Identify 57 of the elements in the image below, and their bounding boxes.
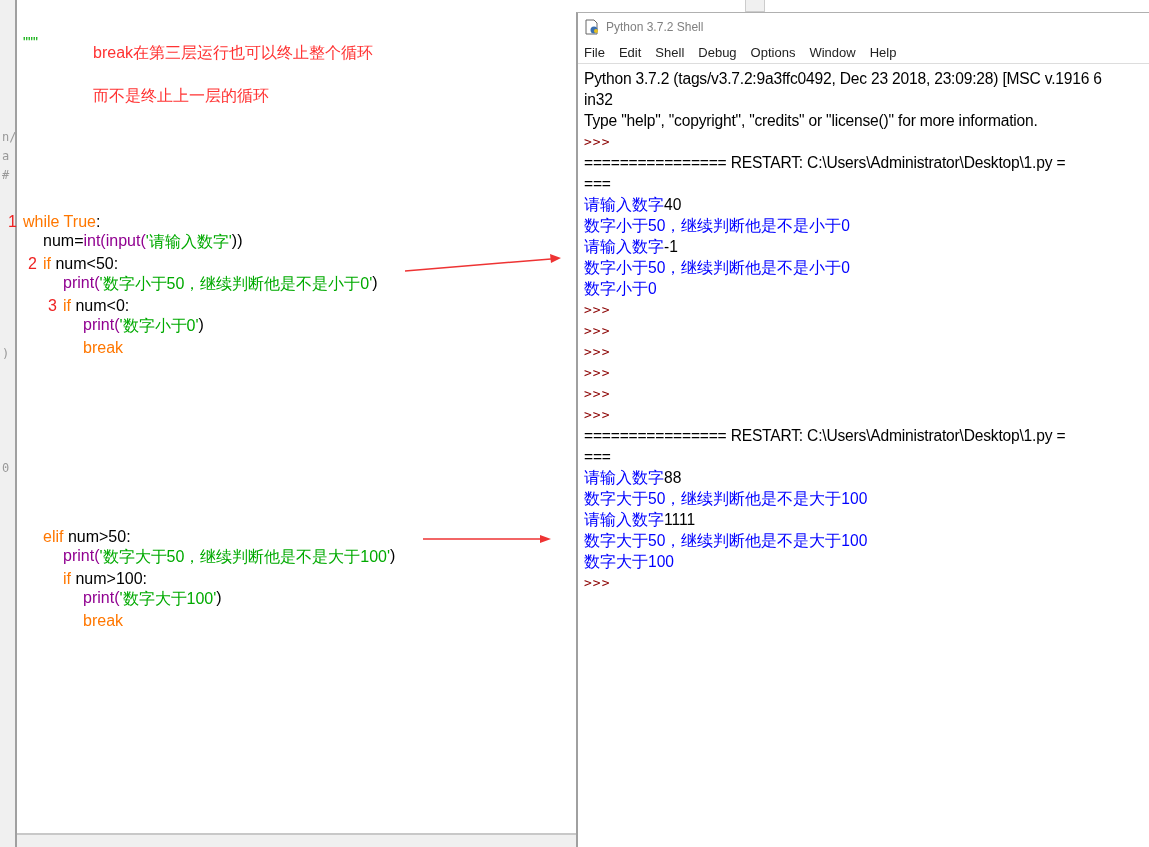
prompt: >>>	[584, 343, 611, 361]
code-line: print('数字小于0')	[82, 316, 205, 336]
text-fragment: n/	[2, 130, 15, 144]
shell-line: ===	[584, 447, 611, 467]
text-fragment: #	[2, 168, 11, 182]
annotation-text: 而不是终止上一层的循环	[93, 86, 269, 106]
output-line: 数字小于50，继续判断他是不是小于0	[584, 258, 851, 278]
pin-tab[interactable]	[745, 0, 765, 12]
prompt: >>>	[584, 406, 611, 424]
annotation-text: break在第三层运行也可以终止整个循环	[93, 43, 374, 63]
output-line: 数字大于50，继续判断他是不是大于100	[584, 489, 868, 509]
input-line: 请输入数字88	[584, 468, 683, 488]
menu-item[interactable]: Options	[750, 44, 796, 60]
input-line: 请输入数字1111	[584, 510, 697, 530]
input-line: 请输入数字-1	[584, 237, 679, 257]
prompt: >>>	[584, 133, 611, 151]
step-number: 1	[8, 212, 18, 231]
code-line: print('数字大于50，继续判断他是不是大于100')	[62, 547, 397, 567]
code-line: print('数字小于50，继续判断他是不是小于0')	[62, 274, 379, 294]
output-line: 数字大于100	[584, 552, 675, 572]
text-fragment: a	[2, 149, 11, 163]
window-title: Python 3.7.2 Shell	[606, 20, 704, 34]
code-line: 3 if num<0:	[47, 295, 131, 316]
docstring-quote: """	[23, 34, 39, 50]
input-line: 请输入数字40	[584, 195, 683, 215]
step-number: 2	[28, 254, 38, 273]
shell-line: ===	[584, 174, 611, 194]
shell-line: ================ RESTART: C:\Users\Administrator\Desktop\1.py =	[584, 426, 1066, 446]
code-line: elif num>50:	[23, 526, 576, 547]
text-fragment: 0	[2, 461, 11, 475]
output-line: 数字小于50，继续判断他是不是小于0	[584, 216, 851, 236]
prompt: >>>	[584, 385, 611, 403]
menu-item[interactable]: Shell	[655, 44, 685, 60]
text-fragment: )	[2, 347, 11, 361]
code-line: num=int(input('请输入数字'))	[42, 232, 244, 252]
code-line: 2 if num<50:	[23, 253, 576, 274]
menu-item[interactable]: Edit	[618, 44, 642, 60]
shell-line: ================ RESTART: C:\Users\Administrator\Desktop\1.py =	[584, 153, 1066, 173]
menu-item[interactable]: File	[584, 44, 605, 60]
prompt: >>>	[584, 301, 611, 319]
prompt: >>>	[584, 574, 611, 592]
shell-line: in32	[584, 90, 613, 110]
python-file-icon	[584, 19, 600, 35]
menu-item[interactable]: Debug	[698, 44, 737, 60]
output-line: 数字大于50，继续判断他是不是大于100	[584, 531, 868, 551]
prompt: >>>	[584, 322, 611, 340]
step-number: 3	[48, 296, 58, 315]
code-line: if num>100:	[62, 568, 149, 589]
shell-line: Type "help", "copyright", "credits" or "license()" for more information.	[584, 111, 1038, 131]
menu-item[interactable]: Help	[869, 44, 897, 60]
code-line: print('数字大于100')	[82, 589, 223, 609]
menu-item[interactable]: Window	[809, 44, 856, 60]
code-line: break	[82, 337, 125, 358]
output-line: 数字小于0	[584, 279, 657, 299]
code-line: break	[82, 610, 125, 631]
shell-line: Python 3.7.2 (tags/v3.7.2:9a3ffc0492, Dec 23 2018, 23:09:28) [MSC v.1916 6	[584, 69, 1102, 89]
prompt: >>>	[584, 364, 611, 382]
